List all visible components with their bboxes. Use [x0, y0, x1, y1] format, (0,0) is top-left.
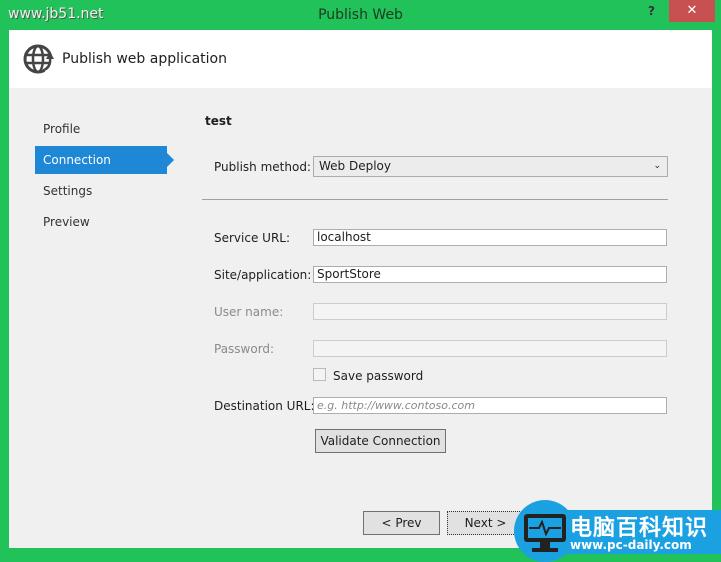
- save-password-checkbox[interactable]: [313, 368, 326, 381]
- watermark-badge-url: www.pc-daily.com: [570, 538, 692, 552]
- help-button[interactable]: ?: [648, 4, 655, 18]
- save-password-label: Save password: [333, 369, 424, 383]
- nav-item-connection[interactable]: Connection: [35, 146, 174, 174]
- profile-name: test: [205, 114, 232, 128]
- title-bar: www.jb51.net Publish Web ? ✕: [0, 0, 721, 30]
- prev-button[interactable]: < Prev: [363, 511, 440, 535]
- site-application-input[interactable]: SportStore: [313, 266, 667, 283]
- monitor-icon: [524, 514, 566, 552]
- header: Publish web application: [9, 30, 712, 88]
- user-name-label: User name:: [214, 305, 284, 319]
- service-url-label: Service URL:: [214, 231, 291, 245]
- destination-url-placeholder: e.g. http://www.contoso.com: [317, 399, 475, 412]
- user-name-input[interactable]: [313, 303, 667, 320]
- divider: [202, 199, 668, 200]
- globe-publish-icon: [23, 44, 54, 74]
- nav-item-preview[interactable]: Preview: [35, 208, 167, 236]
- nav-item-settings[interactable]: Settings: [35, 177, 167, 205]
- destination-url-input[interactable]: e.g. http://www.contoso.com: [313, 397, 667, 414]
- publish-method-select[interactable]: Web Deploy ⌄: [313, 156, 668, 177]
- header-title: Publish web application: [62, 51, 227, 67]
- publish-method-value: Web Deploy: [319, 159, 391, 173]
- site-application-label: Site/application:: [214, 268, 312, 282]
- next-button[interactable]: Next >: [447, 511, 524, 535]
- validate-connection-button[interactable]: Validate Connection: [315, 429, 446, 453]
- publish-method-label: Publish method:: [214, 160, 311, 174]
- destination-url-label: Destination URL:: [214, 399, 315, 413]
- service-url-input[interactable]: localhost: [313, 229, 667, 246]
- nav-item-profile[interactable]: Profile: [35, 115, 167, 143]
- window-title: Publish Web: [318, 7, 403, 23]
- main-panel: Profile Connection Settings Preview test…: [9, 88, 712, 548]
- close-button[interactable]: ✕: [669, 0, 715, 22]
- watermark-badge: 电脑百科知识 www.pc-daily.com: [514, 500, 721, 562]
- password-input[interactable]: [313, 340, 667, 357]
- wizard-nav: Profile Connection Settings Preview: [35, 115, 174, 239]
- password-label: Password:: [214, 342, 275, 356]
- chevron-down-icon: ⌄: [653, 161, 661, 171]
